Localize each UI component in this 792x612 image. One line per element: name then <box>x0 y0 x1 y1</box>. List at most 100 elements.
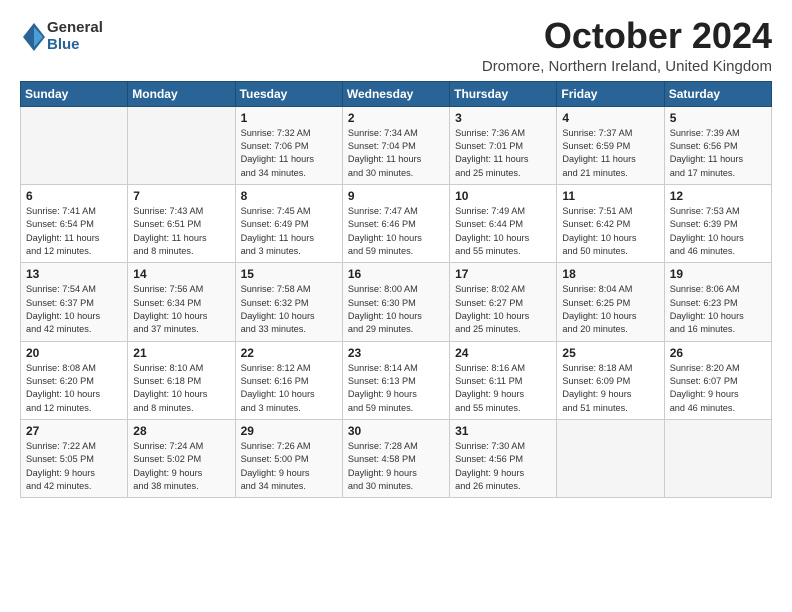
cell-content: Sunrise: 7:37 AM Sunset: 6:59 PM Dayligh… <box>562 127 658 180</box>
header-cell-saturday: Saturday <box>664 81 771 106</box>
day-number: 16 <box>348 267 444 281</box>
calendar-cell <box>664 420 771 498</box>
day-number: 3 <box>455 111 551 125</box>
calendar-cell: 9 Sunrise: 7:47 AM Sunset: 6:46 PM Daylig… <box>342 184 449 262</box>
week-row-3: 13 Sunrise: 7:54 AM Sunset: 6:37 PM Dayli… <box>21 263 772 341</box>
calendar-cell: 30Sunrise: 7:28 AM Sunset: 4:58 PM Dayli… <box>342 420 449 498</box>
calendar-cell <box>128 106 235 184</box>
logo-icon <box>23 23 45 51</box>
calendar-cell: 11 Sunrise: 7:51 AM Sunset: 6:42 PM Dayli… <box>557 184 664 262</box>
day-number: 5 <box>670 111 766 125</box>
calendar-cell: 23Sunrise: 8:14 AM Sunset: 6:13 PM Dayli… <box>342 341 449 419</box>
logo: General Blue <box>20 20 103 53</box>
page: General Blue October 2024 Dromore, North… <box>0 0 792 508</box>
day-number: 29 <box>241 424 337 438</box>
cell-content: Sunrise: 7:43 AM Sunset: 6:51 PM Dayligh… <box>133 205 229 258</box>
calendar-cell: 12Sunrise: 7:53 AM Sunset: 6:39 PM Dayli… <box>664 184 771 262</box>
calendar-cell: 10 Sunrise: 7:49 AM Sunset: 6:44 PM Dayli… <box>450 184 557 262</box>
cell-content: Sunrise: 8:18 AM Sunset: 6:09 PM Dayligh… <box>562 362 658 415</box>
cell-content: Sunrise: 8:06 AM Sunset: 6:23 PM Dayligh… <box>670 283 766 336</box>
day-number: 15 <box>241 267 337 281</box>
cell-content: Sunrise: 7:47 AM Sunset: 6:46 PM Dayligh… <box>348 205 444 258</box>
header-cell-friday: Friday <box>557 81 664 106</box>
calendar-cell: 2 Sunrise: 7:34 AM Sunset: 7:04 PM Daylig… <box>342 106 449 184</box>
day-number: 31 <box>455 424 551 438</box>
cell-content: Sunrise: 7:39 AM Sunset: 6:56 PM Dayligh… <box>670 127 766 180</box>
calendar-cell: 15Sunrise: 7:58 AM Sunset: 6:32 PM Dayli… <box>235 263 342 341</box>
day-number: 13 <box>26 267 122 281</box>
calendar-cell: 7 Sunrise: 7:43 AM Sunset: 6:51 PM Daylig… <box>128 184 235 262</box>
cell-content: Sunrise: 8:04 AM Sunset: 6:25 PM Dayligh… <box>562 283 658 336</box>
calendar-cell: 8 Sunrise: 7:45 AM Sunset: 6:49 PM Daylig… <box>235 184 342 262</box>
cell-content: Sunrise: 8:12 AM Sunset: 6:16 PM Dayligh… <box>241 362 337 415</box>
header: General Blue October 2024 Dromore, North… <box>20 16 772 75</box>
day-number: 25 <box>562 346 658 360</box>
header-row: SundayMondayTuesdayWednesdayThursdayFrid… <box>21 81 772 106</box>
day-number: 9 <box>348 189 444 203</box>
day-number: 7 <box>133 189 229 203</box>
day-number: 17 <box>455 267 551 281</box>
day-number: 8 <box>241 189 337 203</box>
week-row-4: 20Sunrise: 8:08 AM Sunset: 6:20 PM Dayli… <box>21 341 772 419</box>
day-number: 20 <box>26 346 122 360</box>
calendar-cell: 14Sunrise: 7:56 AM Sunset: 6:34 PM Dayli… <box>128 263 235 341</box>
calendar-cell: 16 Sunrise: 8:00 AM Sunset: 6:30 PM Dayli… <box>342 263 449 341</box>
cell-content: Sunrise: 7:49 AM Sunset: 6:44 PM Dayligh… <box>455 205 551 258</box>
cell-content: Sunrise: 7:45 AM Sunset: 6:49 PM Dayligh… <box>241 205 337 258</box>
cell-content: Sunrise: 8:10 AM Sunset: 6:18 PM Dayligh… <box>133 362 229 415</box>
calendar-cell: 31 Sunrise: 7:30 AM Sunset: 4:56 PM Dayli… <box>450 420 557 498</box>
day-number: 4 <box>562 111 658 125</box>
cell-content: Sunrise: 8:00 AM Sunset: 6:30 PM Dayligh… <box>348 283 444 336</box>
location-title: Dromore, Northern Ireland, United Kingdo… <box>482 58 772 75</box>
cell-content: Sunrise: 7:51 AM Sunset: 6:42 PM Dayligh… <box>562 205 658 258</box>
calendar-cell: 18 Sunrise: 8:04 AM Sunset: 6:25 PM Dayli… <box>557 263 664 341</box>
cell-content: Sunrise: 7:34 AM Sunset: 7:04 PM Dayligh… <box>348 127 444 180</box>
day-number: 27 <box>26 424 122 438</box>
calendar-cell: 17Sunrise: 8:02 AM Sunset: 6:27 PM Dayli… <box>450 263 557 341</box>
cell-content: Sunrise: 7:32 AM Sunset: 7:06 PM Dayligh… <box>241 127 337 180</box>
calendar-cell: 3Sunrise: 7:36 AM Sunset: 7:01 PM Daylig… <box>450 106 557 184</box>
cell-content: Sunrise: 7:30 AM Sunset: 4:56 PM Dayligh… <box>455 440 551 493</box>
day-number: 10 <box>455 189 551 203</box>
logo-general: General <box>47 20 103 37</box>
day-number: 1 <box>241 111 337 125</box>
cell-content: Sunrise: 7:54 AM Sunset: 6:37 PM Dayligh… <box>26 283 122 336</box>
day-number: 23 <box>348 346 444 360</box>
day-number: 28 <box>133 424 229 438</box>
day-number: 6 <box>26 189 122 203</box>
calendar-cell: 29 Sunrise: 7:26 AM Sunset: 5:00 PM Dayli… <box>235 420 342 498</box>
cell-content: Sunrise: 8:16 AM Sunset: 6:11 PM Dayligh… <box>455 362 551 415</box>
week-row-5: 27 Sunrise: 7:22 AM Sunset: 5:05 PM Dayli… <box>21 420 772 498</box>
week-row-1: 1 Sunrise: 7:32 AM Sunset: 7:06 PM Daylig… <box>21 106 772 184</box>
week-row-2: 6 Sunrise: 7:41 AM Sunset: 6:54 PM Daylig… <box>21 184 772 262</box>
calendar-cell: 26 Sunrise: 8:20 AM Sunset: 6:07 PM Dayli… <box>664 341 771 419</box>
calendar-cell: 13 Sunrise: 7:54 AM Sunset: 6:37 PM Dayli… <box>21 263 128 341</box>
header-cell-thursday: Thursday <box>450 81 557 106</box>
calendar-cell: 28Sunrise: 7:24 AM Sunset: 5:02 PM Dayli… <box>128 420 235 498</box>
calendar-table: SundayMondayTuesdayWednesdayThursdayFrid… <box>20 81 772 499</box>
day-number: 26 <box>670 346 766 360</box>
day-number: 11 <box>562 189 658 203</box>
day-number: 21 <box>133 346 229 360</box>
cell-content: Sunrise: 7:41 AM Sunset: 6:54 PM Dayligh… <box>26 205 122 258</box>
header-cell-tuesday: Tuesday <box>235 81 342 106</box>
logo-blue: Blue <box>47 37 103 54</box>
cell-content: Sunrise: 7:53 AM Sunset: 6:39 PM Dayligh… <box>670 205 766 258</box>
calendar-cell: 22Sunrise: 8:12 AM Sunset: 6:16 PM Dayli… <box>235 341 342 419</box>
title-area: October 2024 Dromore, Northern Ireland, … <box>482 16 772 75</box>
calendar-cell <box>21 106 128 184</box>
calendar-cell: 1 Sunrise: 7:32 AM Sunset: 7:06 PM Daylig… <box>235 106 342 184</box>
day-number: 18 <box>562 267 658 281</box>
header-cell-monday: Monday <box>128 81 235 106</box>
calendar-cell: 5 Sunrise: 7:39 AM Sunset: 6:56 PM Daylig… <box>664 106 771 184</box>
calendar-cell: 6 Sunrise: 7:41 AM Sunset: 6:54 PM Daylig… <box>21 184 128 262</box>
calendar-cell: 4 Sunrise: 7:37 AM Sunset: 6:59 PM Daylig… <box>557 106 664 184</box>
logo-text: General Blue <box>47 20 103 53</box>
cell-content: Sunrise: 7:22 AM Sunset: 5:05 PM Dayligh… <box>26 440 122 493</box>
header-cell-wednesday: Wednesday <box>342 81 449 106</box>
day-number: 24 <box>455 346 551 360</box>
cell-content: Sunrise: 7:26 AM Sunset: 5:00 PM Dayligh… <box>241 440 337 493</box>
calendar-cell: 19Sunrise: 8:06 AM Sunset: 6:23 PM Dayli… <box>664 263 771 341</box>
cell-content: Sunrise: 8:20 AM Sunset: 6:07 PM Dayligh… <box>670 362 766 415</box>
day-number: 2 <box>348 111 444 125</box>
